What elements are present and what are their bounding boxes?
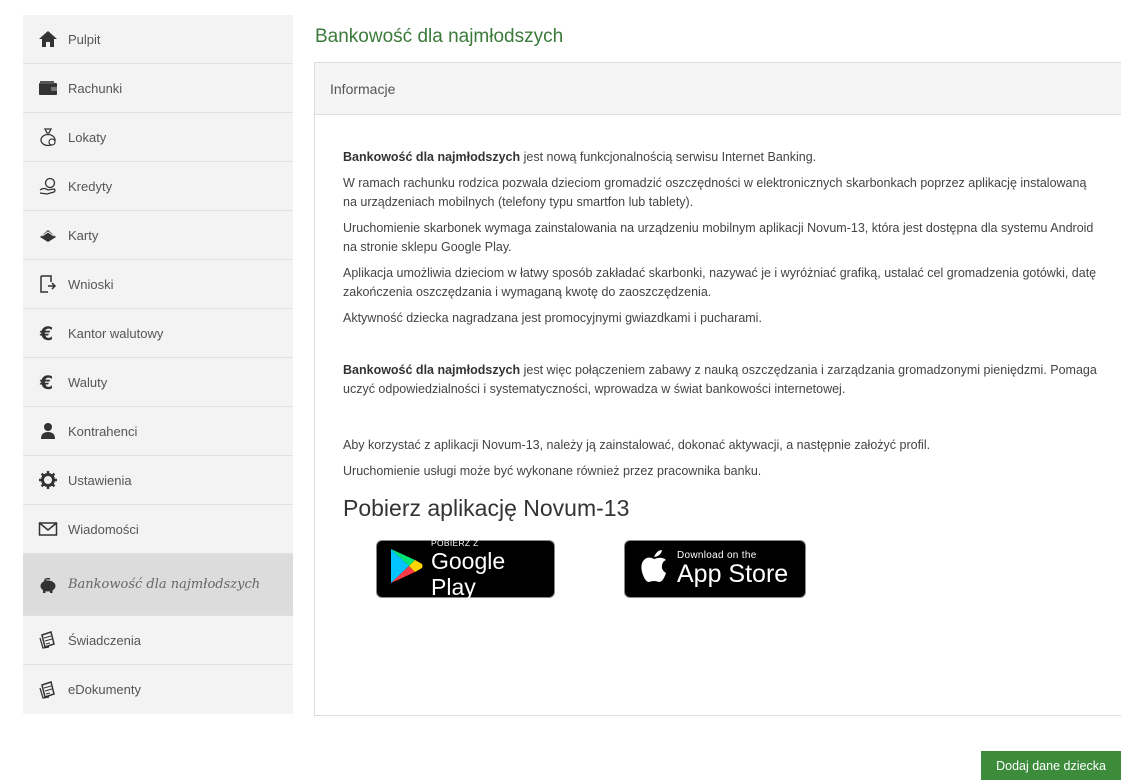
- sidebar-item-label: Karty: [68, 227, 99, 243]
- svg-text:€: €: [39, 323, 53, 343]
- bold-feature-name: Bankowość dla najmłodszych: [343, 363, 521, 377]
- app-store-badge[interactable]: Download on the App Store: [624, 540, 806, 598]
- panel-body: Bankowość dla najmłodszych jest nową fun…: [315, 115, 1121, 600]
- sidebar-item-kontrahenci[interactable]: Kontrahenci: [23, 407, 293, 456]
- sidebar-item-rachunki[interactable]: Rachunki: [23, 64, 293, 113]
- money-bag-icon: [37, 126, 59, 148]
- sidebar-item-swiadczenia[interactable]: Świadczenia: [23, 616, 293, 665]
- gear-icon: [37, 469, 59, 491]
- google-play-badge[interactable]: POBIERZ Z Google Play: [376, 538, 555, 600]
- sidebar-item-label: Bankowość dla najmłodszych: [68, 577, 261, 592]
- google-play-small-text: POBIERZ Z: [431, 538, 479, 548]
- envelope-icon: [37, 518, 59, 540]
- paragraph-branch: Uruchomienie usługi może być wykonane ró…: [343, 464, 762, 478]
- google-play-icon: [389, 548, 423, 590]
- paragraph-intro: Bankowość dla najmłodszych jest nową fun…: [343, 148, 1098, 167]
- paragraph-features: Aplikacja umożliwia dzieciom w łatwy spo…: [343, 266, 1097, 299]
- person-icon: [37, 420, 59, 442]
- sidebar-nav: Pulpit Rachunki Lokaty Kredyty Karty Wni…: [23, 15, 293, 714]
- documents-icon: [37, 629, 59, 651]
- sidebar-item-label: Waluty: [68, 374, 108, 390]
- home-icon: [37, 28, 59, 50]
- sidebar-item-karty[interactable]: Karty: [23, 211, 293, 260]
- piggy-bank-icon: [37, 574, 59, 596]
- sidebar-item-kantor-walutowy[interactable]: € Kantor walutowy: [23, 309, 293, 358]
- sidebar-item-label: Ustawienia: [68, 472, 132, 488]
- sidebar-item-wiadomosci[interactable]: Wiadomości: [23, 505, 293, 554]
- sidebar-item-label: Kontrahenci: [68, 423, 138, 439]
- sidebar-item-pulpit[interactable]: Pulpit: [23, 15, 293, 64]
- bold-feature-name: Bankowość dla najmłodszych: [343, 150, 521, 164]
- sidebar-item-label: Lokaty: [68, 129, 107, 145]
- wallet-icon: [37, 77, 59, 99]
- info-panel: Informacje Bankowość dla najmłodszych je…: [314, 62, 1121, 716]
- paragraph-setup: Aby korzystać z aplikacji Novum-13, nale…: [343, 438, 931, 452]
- euro-icon: €: [37, 371, 59, 393]
- store-badges: POBIERZ Z Google Play Download on the Ap…: [376, 538, 1121, 600]
- coins-hand-icon: [37, 175, 59, 197]
- page-title: Bankowość dla najmłodszych: [315, 26, 564, 47]
- sidebar-item-waluty[interactable]: € Waluty: [23, 358, 293, 407]
- sidebar-item-lokaty[interactable]: Lokaty: [23, 113, 293, 162]
- sidebar-item-bankowosc-dla-najmlodszych[interactable]: Bankowość dla najmłodszych: [23, 554, 293, 616]
- sidebar-item-wnioski[interactable]: Wnioski: [23, 260, 293, 309]
- apple-icon: [639, 548, 669, 590]
- euro-icon: €: [37, 322, 59, 344]
- document-arrow-icon: [37, 273, 59, 295]
- paragraph-description: W ramach rachunku rodzica pozwala dzieci…: [343, 176, 1087, 209]
- sidebar-item-label: Wiadomości: [68, 521, 139, 537]
- sidebar-item-kredyty[interactable]: Kredyty: [23, 162, 293, 211]
- sidebar-item-label: Pulpit: [68, 31, 101, 47]
- paragraph-summary: Bankowość dla najmłodszych jest więc poł…: [343, 361, 1098, 399]
- google-play-big-text: Google Play: [431, 548, 506, 600]
- sidebar-item-label: Kredyty: [68, 178, 113, 194]
- card-icon: [37, 224, 59, 246]
- sidebar-item-ustawienia[interactable]: Ustawienia: [23, 456, 293, 505]
- documents-icon: [37, 679, 59, 701]
- paragraph-rewards: Aktywność dziecka nagradzana jest promoc…: [343, 311, 762, 325]
- sidebar-item-label: Kantor walutowy: [68, 325, 164, 341]
- svg-text:€: €: [39, 372, 53, 392]
- paragraph-text: jest nową funkcjonalnością serwisu Inter…: [520, 150, 817, 164]
- app-store-big-text: App Store: [677, 560, 789, 588]
- sidebar-item-label: Świadczenia: [68, 632, 141, 648]
- paragraph-requirements: Uruchomienie skarbonek wymaga zainstalow…: [343, 221, 1094, 254]
- panel-title: Informacje: [315, 63, 1121, 115]
- sidebar-item-label: Wnioski: [68, 276, 114, 292]
- sidebar-item-label: Rachunki: [68, 80, 123, 96]
- sidebar-item-edokumenty[interactable]: eDokumenty: [23, 665, 293, 714]
- add-child-data-button[interactable]: Dodaj dane dziecka: [981, 751, 1121, 780]
- sidebar-item-label: eDokumenty: [68, 682, 141, 697]
- download-heading: Pobierz aplikację Novum-13: [343, 495, 630, 521]
